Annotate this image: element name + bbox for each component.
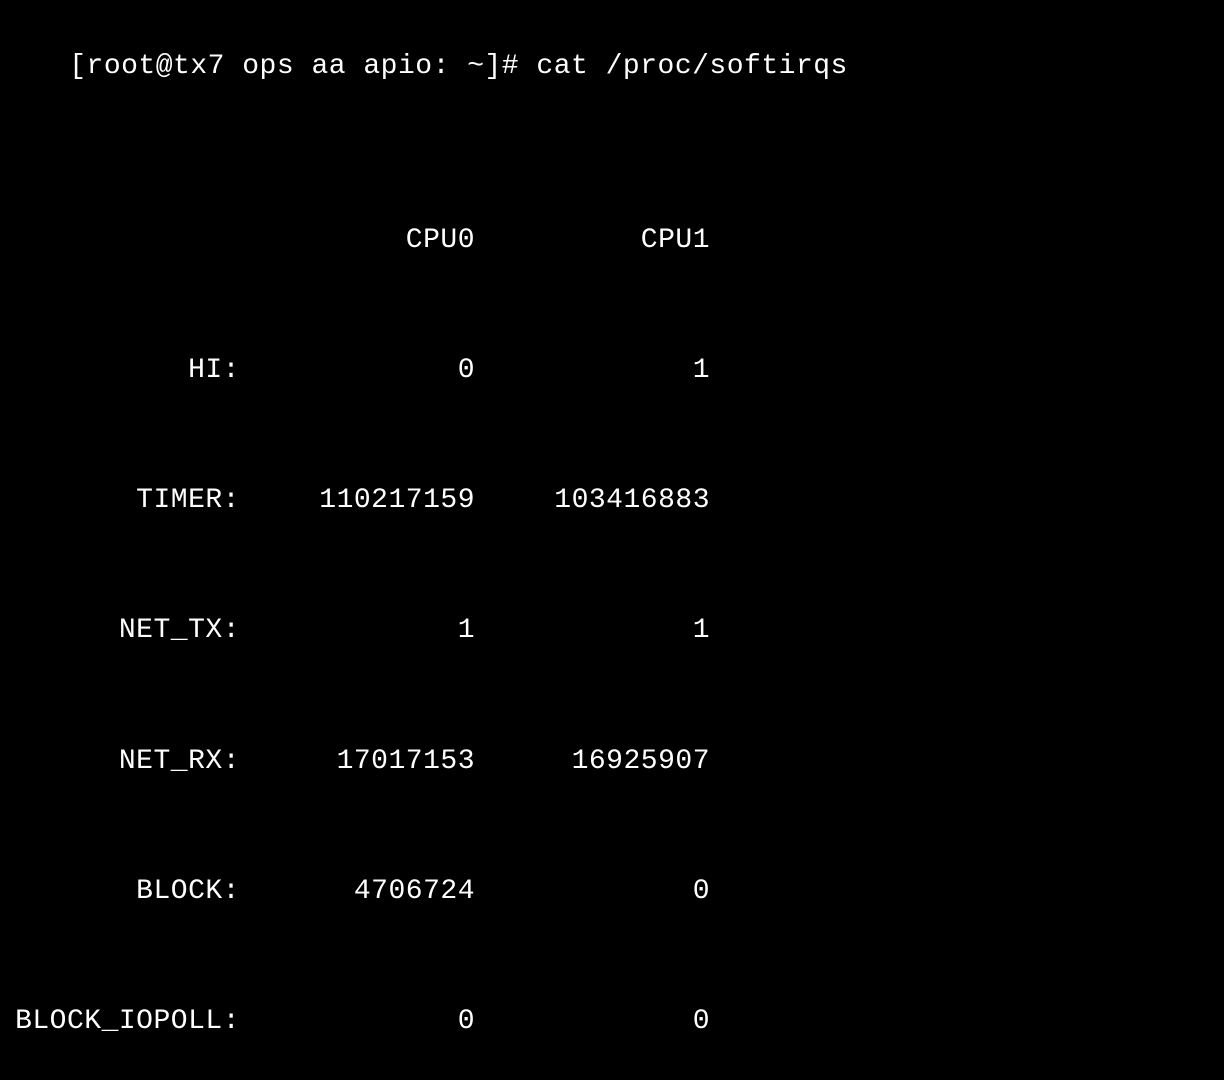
command-text: cat /proc/softirqs xyxy=(536,51,847,82)
row-label: NET_TX: xyxy=(0,609,240,652)
softirqs-table: CPU0CPU1 HI:01 TIMER:110217159103416883 … xyxy=(0,132,1224,1080)
table-row: NET_RX:1701715316925907 xyxy=(0,740,1224,783)
table-row: TIMER:110217159103416883 xyxy=(0,479,1224,522)
row-label: BLOCK: xyxy=(0,870,240,913)
header-row: CPU0CPU1 xyxy=(0,219,1224,262)
cell-value: 4706724 xyxy=(240,870,475,913)
prompt-prefix: [root@ xyxy=(69,51,173,82)
cell-value: 0 xyxy=(475,870,710,913)
cell-value: 1 xyxy=(475,609,710,652)
row-label: BLOCK_IOPOLL: xyxy=(0,1000,240,1043)
cell-value: 0 xyxy=(240,349,475,392)
row-label: HI: xyxy=(0,349,240,392)
shell-prompt-line: [root@tx7 ops aa apio: ~]# cat /proc/sof… xyxy=(0,2,1224,132)
col-header-cpu0: CPU0 xyxy=(240,219,475,262)
cell-value: 0 xyxy=(240,1000,475,1043)
cell-value: 16925907 xyxy=(475,740,710,783)
row-label: TIMER: xyxy=(0,479,240,522)
table-row: HI:01 xyxy=(0,349,1224,392)
prompt-host: tx7 ops aa apio: xyxy=(173,51,450,82)
cell-value: 1 xyxy=(240,609,475,652)
prompt-suffix: ~]# xyxy=(450,51,537,82)
terminal-output[interactable]: [root@tx7 ops aa apio: ~]# cat /proc/sof… xyxy=(0,0,1224,1080)
col-header-cpu1: CPU1 xyxy=(475,219,710,262)
table-row: BLOCK_IOPOLL:00 xyxy=(0,1000,1224,1043)
cell-value: 110217159 xyxy=(240,479,475,522)
cell-value: 1 xyxy=(475,349,710,392)
cell-value: 0 xyxy=(475,1000,710,1043)
cell-value: 103416883 xyxy=(475,479,710,522)
row-label: NET_RX: xyxy=(0,740,240,783)
table-row: BLOCK:47067240 xyxy=(0,870,1224,913)
cell-value: 17017153 xyxy=(240,740,475,783)
table-row: NET_TX:11 xyxy=(0,609,1224,652)
